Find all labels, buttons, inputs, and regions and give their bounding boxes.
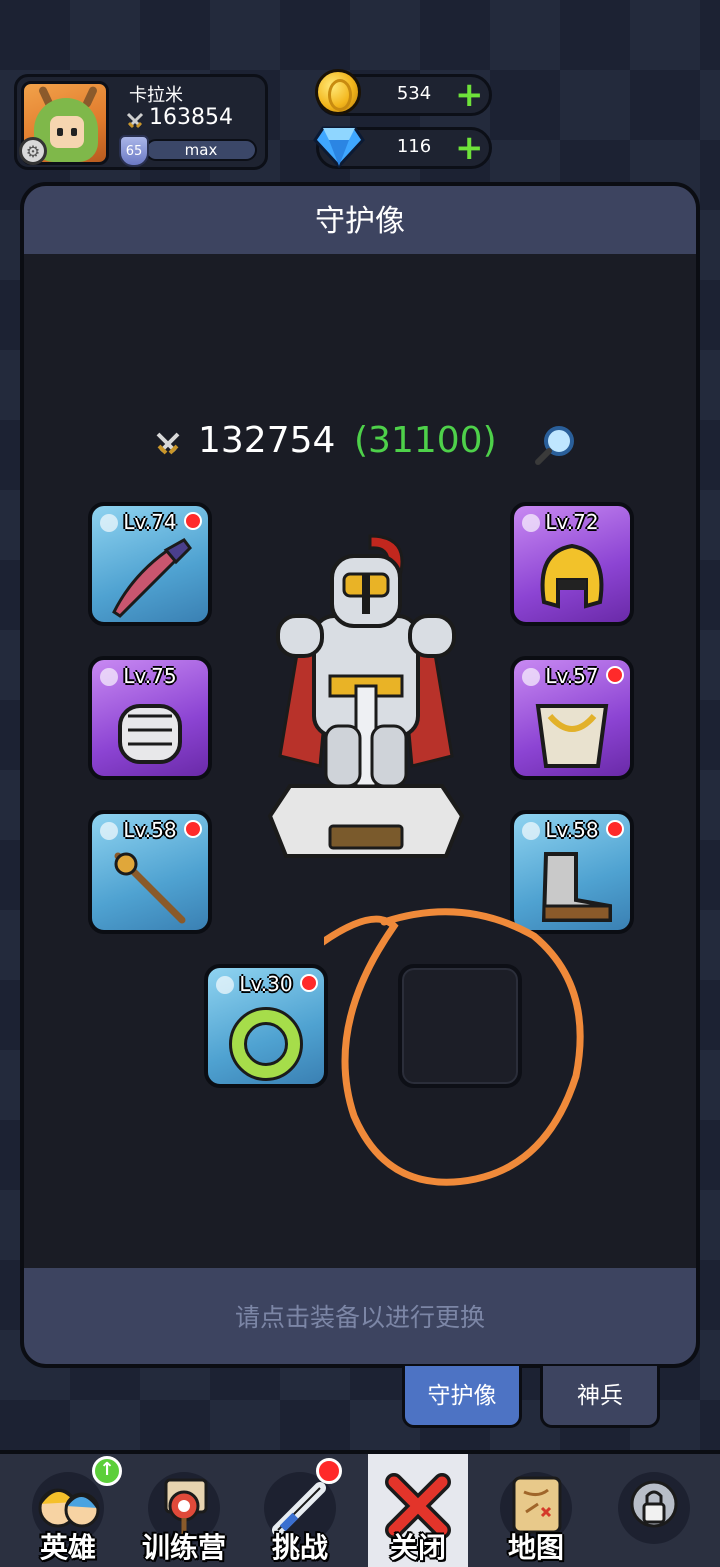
player-power: 163854 xyxy=(149,105,233,130)
tab-guardian-statue[interactable]: 守护像 xyxy=(402,1366,522,1428)
alert-dot xyxy=(606,666,624,684)
hand-drawn-circle-annotation xyxy=(324,908,584,1186)
armor-icon xyxy=(535,704,609,768)
magnifier-icon[interactable] xyxy=(534,424,576,466)
statue-power-total: 132754 xyxy=(198,420,336,461)
tab-divine-weapon[interactable]: 神兵 xyxy=(540,1366,660,1428)
exp-bar: max xyxy=(145,139,257,161)
gauntlet-icon xyxy=(118,704,182,764)
gold-value: 534 xyxy=(396,83,432,104)
panel-title: 守护像 xyxy=(24,186,696,254)
player-name: 卡拉米 xyxy=(129,85,183,106)
gem-counter: 116 + xyxy=(313,126,492,169)
locked-icon xyxy=(618,1472,690,1544)
nav-training-camp[interactable]: 训练营 xyxy=(126,1454,242,1567)
crossed-swords-icon xyxy=(156,432,180,455)
diamond-icon xyxy=(313,126,365,168)
gold-counter: 534 + xyxy=(315,69,492,116)
guardian-statue xyxy=(267,534,465,858)
nav-close[interactable]: 关闭 xyxy=(368,1454,468,1567)
alert-dot xyxy=(184,820,202,838)
equipment-slot-armor[interactable]: Lv.57 xyxy=(510,656,634,780)
statue-power-bonus: (31100) xyxy=(354,420,497,461)
equipment-slot-gauntlet[interactable]: Lv.75 xyxy=(88,656,212,780)
equipment-level: Lv.72 xyxy=(545,510,599,534)
nav-label: 关闭 xyxy=(389,1531,446,1564)
crossed-swords-icon xyxy=(126,112,144,129)
dagger-icon xyxy=(112,538,192,618)
equipment-slot-dagger[interactable]: Lv.74 xyxy=(88,502,212,626)
upgrade-arrow-icon: ↑ xyxy=(92,1456,122,1486)
nav-locked xyxy=(596,1454,712,1567)
add-gold-button[interactable]: + xyxy=(455,78,484,112)
level-shield-icon: 65 xyxy=(119,135,149,167)
equipment-slot-ring[interactable]: Lv.30 xyxy=(204,964,328,1088)
equipment-slot-helmet[interactable]: Lv.72 xyxy=(510,502,634,626)
alert-dot xyxy=(606,820,624,838)
nav-map[interactable]: 地图 xyxy=(478,1454,594,1567)
nav-label: 训练营 xyxy=(141,1531,226,1564)
alert-dot xyxy=(300,974,318,992)
nav-label: 英雄 xyxy=(39,1531,96,1564)
equipment-slot-staff[interactable]: Lv.58 xyxy=(88,810,212,934)
statue-power-row: 132754 (31100) xyxy=(24,420,696,470)
gold-coin-icon xyxy=(315,69,361,115)
guardian-statue-panel: 守护像 132754 (31100) Lv.74 Lv.72 Lv.75 Lv.… xyxy=(20,182,700,1368)
nav-challenge[interactable]: 挑战 xyxy=(242,1454,358,1567)
gear-icon[interactable]: ⚙ xyxy=(19,137,47,165)
nav-label: 挑战 xyxy=(271,1531,328,1564)
bottom-navigation: ↑ 英雄 训练营 挑战 关闭 地图 xyxy=(0,1450,720,1567)
ring-icon xyxy=(229,1007,303,1081)
helmet-icon xyxy=(540,543,604,609)
equipment-hint: 请点击装备以进行更换 xyxy=(24,1268,696,1364)
gem-value: 116 xyxy=(396,136,432,157)
add-gems-button[interactable]: + xyxy=(455,131,484,165)
nav-heroes[interactable]: ↑ 英雄 xyxy=(10,1454,126,1567)
staff-icon xyxy=(114,852,186,924)
player-profile[interactable]: ⚙ 卡拉米 163854 max 65 xyxy=(14,74,268,170)
alert-dot xyxy=(184,512,202,530)
equipment-level: Lv.75 xyxy=(123,664,177,688)
alert-dot xyxy=(316,1458,342,1484)
nav-label: 地图 xyxy=(507,1531,564,1564)
